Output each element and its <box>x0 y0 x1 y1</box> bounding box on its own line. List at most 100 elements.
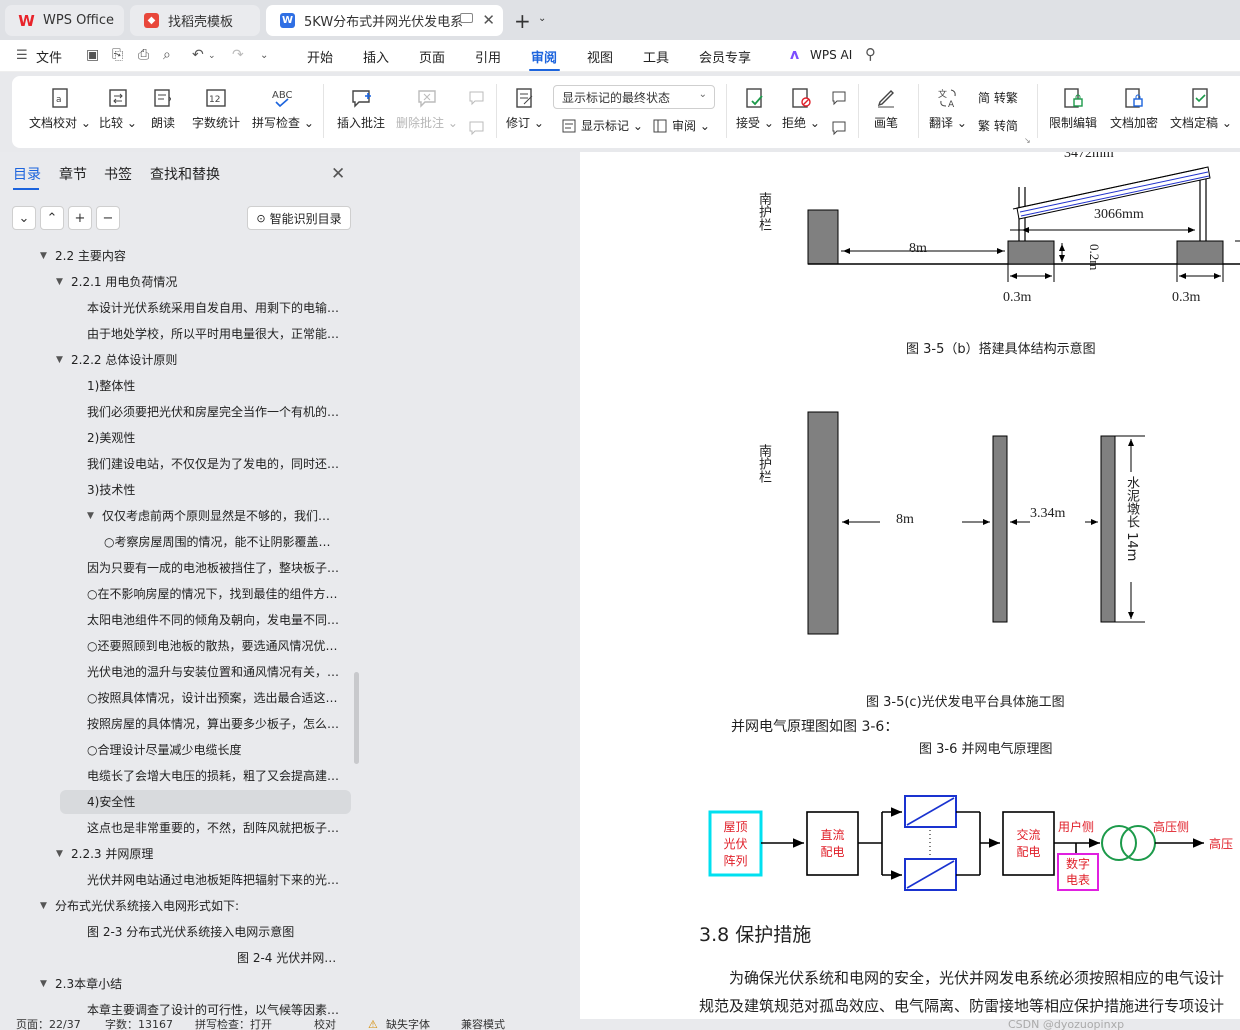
expand-triangle-icon[interactable]: ▼ <box>40 894 47 918</box>
toc-item[interactable]: 2.2 主要内容 <box>55 244 342 268</box>
toc-item[interactable]: 仅仅考虑前两个原则显然是不够的，我们还要… <box>102 504 342 528</box>
tab-find-replace[interactable]: 查找和替换 <box>150 164 220 184</box>
expand-triangle-icon[interactable]: ▼ <box>87 504 94 528</box>
tab-document[interactable]: W 5KW分布式并网光伏发电系统 ✕ <box>266 5 503 36</box>
export-icon[interactable]: ⎘ <box>112 47 123 63</box>
expand-triangle-icon[interactable]: ▼ <box>56 842 63 866</box>
tab-template[interactable]: ◆ 找稻壳模板 <box>130 5 260 36</box>
toc-item[interactable]: 电缆长了会增大电压的损耗，粗了又会提高建… <box>87 764 342 788</box>
markup-state-dropdown[interactable]: 显示标记的最终状态 ⌄ <box>553 85 715 109</box>
print-icon[interactable]: ⎙ <box>138 47 149 63</box>
spell-check-status[interactable]: 拼写检查：打开 <box>195 1019 272 1030</box>
undo-chevron-icon[interactable]: ⌄ <box>208 51 216 61</box>
menu-view[interactable]: 视图 <box>587 47 613 66</box>
finalize-button[interactable]: 文档定稿 ⌄ <box>1170 86 1232 131</box>
toc-item[interactable]: 2.2.1 用电负荷情况 <box>71 270 342 294</box>
accept-button[interactable]: 接受 ⌄ <box>736 86 774 131</box>
page-indicator[interactable]: 页面：22/37 <box>16 1019 81 1030</box>
tab-bookmarks[interactable]: 书签 <box>104 164 132 184</box>
save-icon[interactable]: ▣ <box>86 47 99 63</box>
expand-up-button[interactable]: ⌃ <box>40 206 64 230</box>
new-tab-icon[interactable]: + <box>514 9 531 33</box>
toc-item[interactable]: 太阳电池组件不同的倾角及朝向，发电量不同… <box>87 608 342 632</box>
more-chevron-icon[interactable]: ⌄ <box>260 50 268 61</box>
toc-item[interactable]: ○按照具体情况，设计出预案，选出最合适这… <box>87 686 342 710</box>
pen-button[interactable]: 画笔 <box>874 86 898 131</box>
close-tab-icon[interactable]: ✕ <box>482 11 495 29</box>
toc-item[interactable]: 图 2-3 分布式光伏系统接入电网示意图 <box>87 920 342 944</box>
tab-toc[interactable]: 目录 <box>13 164 41 184</box>
tab-chapters[interactable]: 章节 <box>59 164 87 184</box>
review-pane-button[interactable]: 审阅 ⌄ <box>652 117 710 134</box>
to-simplified-button[interactable]: 繁 转简 <box>978 117 1018 134</box>
toc-item[interactable]: 光伏并网电站通过电池板矩阵把辐射下来的光… <box>87 868 342 892</box>
track-changes-button[interactable]: 修订 ⌄ <box>506 86 544 131</box>
spell-check-button[interactable]: ABC 拼写检查 ⌄ <box>252 86 314 131</box>
menu-file[interactable]: 文件 <box>36 47 62 66</box>
compare-button[interactable]: 比较 ⌄ <box>99 86 137 131</box>
toc-item[interactable]: 4)安全性 <box>60 790 351 814</box>
show-markup-button[interactable]: 显示标记 ⌄ <box>561 117 643 134</box>
toc-item[interactable]: 按照房屋的具体情况，算出要多少板子，怎么… <box>87 712 342 736</box>
toc-item[interactable]: ○合理设计尽量减少电缆长度 <box>87 738 342 762</box>
toc-item[interactable]: 我们必须要把光伏和房屋完全当作一个有机的… <box>87 400 342 424</box>
nav-scrollbar[interactable] <box>354 672 359 764</box>
print-preview-icon[interactable]: ⌕ <box>163 47 171 63</box>
expand-triangle-icon[interactable]: ▼ <box>56 348 63 372</box>
expand-triangle-icon[interactable]: ▼ <box>56 270 63 294</box>
tab-wps-office[interactable]: W WPS Office <box>5 5 124 36</box>
toc-item[interactable]: 2.2.2 总体设计原则 <box>71 348 342 372</box>
hamburger-icon[interactable]: ☰ <box>16 48 28 63</box>
toc-item[interactable]: 本设计光伏系统采用自发自用、用剩下的电输… <box>87 296 342 320</box>
menu-start[interactable]: 开始 <box>307 47 333 66</box>
toc-item[interactable]: 2.2.3 并网原理 <box>71 842 342 866</box>
reject-button[interactable]: 拒绝 ⌄ <box>782 86 820 131</box>
toc-item[interactable]: 光伏电池的温升与安装位置和通风情况有关，… <box>87 660 342 684</box>
toc-item[interactable]: 分布式光伏系统接入电网形式如下: <box>55 894 342 918</box>
insert-comment-button[interactable]: 插入批注 <box>337 86 385 131</box>
toc-item[interactable]: 我们建设电站，不仅仅是为了发电的，同时还… <box>87 452 342 476</box>
toc-item[interactable]: ○还要照顾到电池板的散热，要选通风情况优… <box>87 634 342 658</box>
smart-toc-button[interactable]: ⊙ 智能识别目录 <box>247 206 351 230</box>
word-count-button[interactable]: 12 字数统计 <box>192 86 240 131</box>
group-expand-icon[interactable]: ↘ <box>1024 136 1031 145</box>
toc-item[interactable]: 图 2-4 光伏并网… <box>237 946 342 970</box>
screen-icon[interactable] <box>460 13 473 23</box>
undo-icon[interactable]: ↶ <box>192 47 204 63</box>
toc-item[interactable]: 由于地处学校，所以平时用电量很大，正常能… <box>87 322 342 346</box>
toc-item[interactable]: ○在不影响房屋的情况下，找到最佳的组件方… <box>87 582 342 606</box>
collapse-all-button[interactable]: ⌄ <box>12 206 36 230</box>
menu-insert[interactable]: 插入 <box>363 47 389 66</box>
toc-item[interactable]: 这点也是非常重要的，不然，刮阵风就把板子… <box>87 816 342 840</box>
toc-item[interactable]: ○考察房屋周围的情况，能不让阴影覆盖到… <box>104 530 342 554</box>
toc-item[interactable]: 2)美观性 <box>87 426 342 450</box>
read-aloud-button[interactable]: 朗读 <box>151 86 175 131</box>
prev-change-button[interactable] <box>827 86 851 114</box>
menu-member[interactable]: 会员专享 <box>699 47 751 66</box>
menu-review[interactable]: 审阅 <box>531 47 557 66</box>
expand-triangle-icon[interactable]: ▼ <box>40 972 47 996</box>
toc-item[interactable]: 3)技术性 <box>87 478 342 502</box>
word-count-indicator[interactable]: 字数：13167 <box>105 1019 173 1030</box>
menu-tools[interactable]: 工具 <box>643 47 669 66</box>
to-traditional-button[interactable]: 简 转繁 <box>978 89 1018 106</box>
encrypt-button[interactable]: 文档加密 <box>1110 86 1158 131</box>
toc-item[interactable]: 本章主要调查了设计的可行性，以气候等因素… <box>87 998 342 1020</box>
toc-item[interactable]: 1)整体性 <box>87 374 342 398</box>
missing-font-status[interactable]: 缺失字体 <box>386 1019 430 1030</box>
translate-button[interactable]: 文A 翻译 ⌄ <box>929 86 967 131</box>
menu-page[interactable]: 页面 <box>419 47 445 66</box>
toc-item[interactable]: 2.3本章小结 <box>55 972 342 996</box>
remove-heading-button[interactable]: − <box>96 206 120 230</box>
doc-check-button[interactable]: a 文档校对 ⌄ <box>29 86 91 131</box>
menu-wps-ai[interactable]: WPS AI <box>810 48 852 62</box>
menu-reference[interactable]: 引用 <box>475 47 501 66</box>
proofread-status[interactable]: 校对 <box>314 1019 336 1030</box>
restrict-edit-button[interactable]: 限制编辑 <box>1049 86 1097 131</box>
expand-triangle-icon[interactable]: ▼ <box>40 244 47 268</box>
next-change-button[interactable] <box>827 116 851 144</box>
toc-item[interactable]: 因为只要有一成的电池板被挡住了，整块板子… <box>87 556 342 580</box>
close-pane-icon[interactable]: ✕ <box>331 164 345 184</box>
add-heading-button[interactable]: + <box>68 206 92 230</box>
tab-list-chevron-icon[interactable]: ⌄ <box>538 13 546 24</box>
